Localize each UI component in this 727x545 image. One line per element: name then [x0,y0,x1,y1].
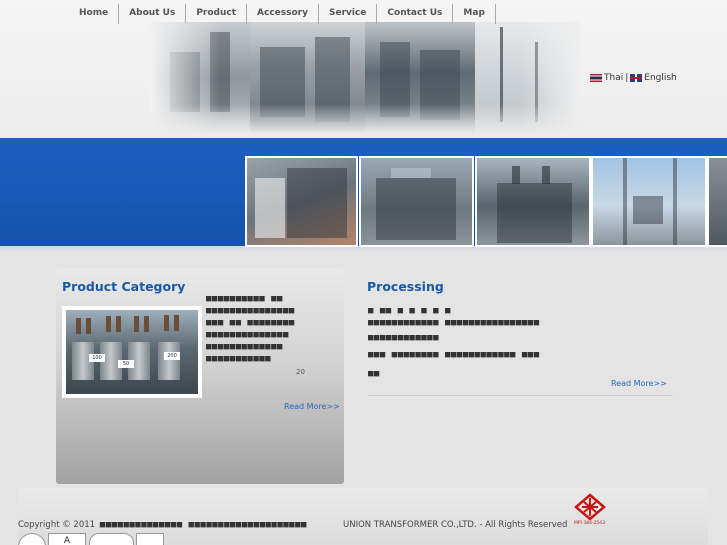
product-text-line: ■■■■■■■■■■■ [206,354,272,364]
product-read-more-link[interactable]: Read More>> [284,402,340,411]
processing-text-line: ■■ [368,369,380,379]
language-switcher: Thai | English [590,73,677,83]
nav-about-us[interactable]: About Us [119,4,187,24]
thumbnail-pole-transformer[interactable] [591,156,707,247]
processing-text-line: ■■■ ■■■■■■■■ ■■■■■■■■■■■■ ■■■ [368,350,540,360]
uk-flag-icon[interactable] [630,74,643,82]
thumbnail-partial[interactable] [707,156,727,247]
certification-a-badge: A [48,533,86,545]
lang-thai-link[interactable]: Thai [604,73,623,83]
processing-text-line: ■ ■■ ■ ■ ■ ■ ■ [368,306,451,316]
header-collage-image [150,22,580,134]
nav-contact-us[interactable]: Contact Us [377,4,454,24]
thumbnail-control-panel[interactable] [245,156,358,247]
processing-read-more-link[interactable]: Read More>> [611,379,667,388]
nav-home[interactable]: Home [70,4,120,24]
processing-divider [368,395,673,396]
nav-product[interactable]: Product [186,4,248,24]
thai-flag-icon[interactable] [590,74,602,82]
main-nav: Home About Us Product Accessory Service … [70,4,496,24]
thumbnail-transformer-2[interactable] [475,156,591,247]
copyright-text: Copyright © 2011 ■■■■■■■■■■■■■■ ■■■■■■■■… [18,520,307,530]
nav-accessory[interactable]: Accessory [247,4,319,24]
logo-caption: MPI 384-2543 [574,521,606,526]
product-image[interactable]: 100 50 200 [62,306,202,398]
certification-mark-icon [136,533,164,545]
thumbnail-transformer-1[interactable] [359,156,474,247]
nav-map[interactable]: Map [453,4,496,24]
product-text-line: ■■■■■■■■■■■■■■■ [206,306,295,316]
lang-english-link[interactable]: English [644,73,677,83]
product-number: 20 [296,368,305,376]
product-category-title: Product Category [62,279,186,294]
certification-seal-icon [89,533,134,545]
union-transformer-logo-icon [574,493,606,521]
nav-service[interactable]: Service [319,4,378,24]
processing-title: Processing [367,279,444,294]
copyright-label: Copyright © 2011 [18,520,96,530]
product-text-line: ■■■ ■■ ■■■■■■■■ [206,318,295,328]
product-text-line: ■■■■■■■■■■ ■■ [206,294,283,304]
processing-text-line: ■■■■■■■■■■■■ [368,333,440,343]
company-thai-name: ■■■■■■■■■■■■■■ ■■■■■■■■■■■■■■■■■■■■ [99,520,307,530]
company-name: UNION TRANSFORMER CO.,LTD. - All Rights … [343,520,568,530]
product-text-line: ■■■■■■■■■■■■■ [206,342,283,352]
processing-text-line: ■■■■■■■■■■■■ ■■■■■■■■■■■■■■■■ [368,318,540,328]
product-category-panel: Product Category 100 50 200 ■■■■■■■■■■ ■… [56,268,344,484]
product-text-line: ■■■■■■■■■■■■■■ [206,330,289,340]
lang-separator: | [625,73,629,83]
